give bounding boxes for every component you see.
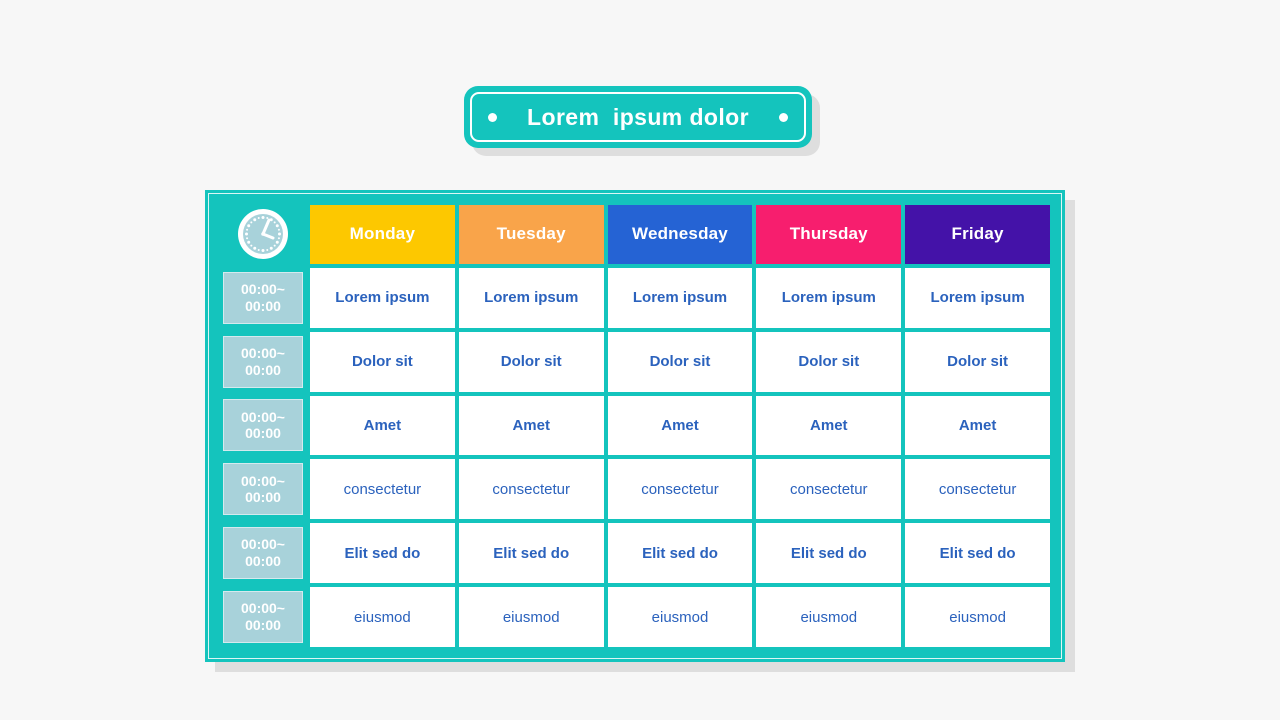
schedule-cell[interactable]: Amet [905, 395, 1050, 456]
clock-icon [220, 207, 306, 261]
time-slot-box: 00:00~ 00:00 [223, 463, 303, 516]
schedule-cell[interactable]: Dolor sit [310, 331, 455, 392]
clock-icon-cell [220, 205, 306, 264]
table-row: 00:00~ 00:00 Lorem ipsum Lorem ipsum Lorem i… [220, 267, 1050, 328]
time-start: 00:00~ [241, 472, 285, 489]
day-header-thursday[interactable]: Thursday [756, 205, 902, 264]
schedule-cell[interactable]: Elit sed do [756, 523, 902, 584]
schedule-cell[interactable]: Amet [607, 395, 753, 456]
schedule-cell[interactable]: Dolor sit [607, 331, 753, 392]
time-start: 00:00~ [241, 344, 285, 361]
table-row: 00:00~ 00:00 Dolor sit Dolor sit Dolor sit Do… [220, 331, 1050, 392]
schedule-cell[interactable]: eiusmod [458, 587, 604, 647]
schedule-cell[interactable]: Lorem ipsum [756, 267, 902, 328]
schedule-cell[interactable]: Lorem ipsum [607, 267, 753, 328]
banner-body: Lorem ipsum dolor [464, 86, 812, 148]
schedule-cell[interactable]: Dolor sit [756, 331, 902, 392]
time-start: 00:00~ [241, 280, 285, 297]
schedule-cell[interactable]: consectetur [607, 459, 753, 520]
day-header-monday[interactable]: Monday [310, 205, 455, 264]
page-title: Lorem ipsum dolor [527, 103, 749, 130]
time-slot-cell: 00:00~ 00:00 [220, 396, 306, 456]
day-header-wednesday[interactable]: Wednesday [607, 205, 753, 264]
day-header-friday[interactable]: Friday [905, 205, 1050, 264]
table-inner-border: Monday Tuesday Wednesday Thursday Friday 00:0… [208, 193, 1062, 659]
schedule-cell[interactable]: Dolor sit [905, 331, 1050, 392]
time-start: 00:00~ [241, 536, 285, 553]
table-header-row: Monday Tuesday Wednesday Thursday Friday [220, 205, 1050, 264]
time-slot-cell: 00:00~ 00:00 [220, 587, 306, 647]
time-end: 00:00 [245, 489, 281, 506]
schedule-cell[interactable]: Elit sed do [310, 523, 455, 584]
schedule-cell[interactable]: consectetur [905, 459, 1050, 520]
table-row: 00:00~ 00:00 eiusmod eiusmod eiusmod eiusmod e… [220, 587, 1050, 647]
table-row: 00:00~ 00:00 Amet Amet Amet Amet Amet [220, 395, 1050, 456]
time-slot-box: 00:00~ 00:00 [223, 271, 303, 324]
schedule-table-container: Monday Tuesday Wednesday Thursday Friday 00:0… [205, 190, 1075, 672]
schedule-cell[interactable]: Lorem ipsum [458, 267, 604, 328]
time-end: 00:00 [245, 553, 281, 570]
table-row: 00:00~ 00:00 Elit sed do Elit sed do Elit se… [220, 523, 1050, 584]
time-slot-box: 00:00~ 00:00 [223, 591, 303, 644]
day-header-tuesday[interactable]: Tuesday [458, 205, 604, 264]
banner-left-dot-icon [488, 112, 497, 122]
schedule-table: Monday Tuesday Wednesday Thursday Friday 00:0… [216, 201, 1054, 651]
schedule-cell[interactable]: Lorem ipsum [905, 267, 1050, 328]
schedule-cell[interactable]: consectetur [458, 459, 604, 520]
time-slot-cell: 00:00~ 00:00 [220, 523, 306, 583]
schedule-cell[interactable]: Lorem ipsum [310, 267, 455, 328]
schedule-cell[interactable]: Elit sed do [905, 523, 1050, 584]
time-slot-box: 00:00~ 00:00 [223, 527, 303, 580]
time-end: 00:00 [245, 617, 281, 634]
time-end: 00:00 [245, 361, 281, 378]
table-frame: Monday Tuesday Wednesday Thursday Friday 00:0… [205, 190, 1065, 662]
time-end: 00:00 [245, 425, 281, 442]
time-start: 00:00~ [241, 408, 285, 425]
time-slot-box: 00:00~ 00:00 [223, 399, 303, 452]
schedule-cell[interactable]: Elit sed do [607, 523, 753, 584]
schedule-cell[interactable]: Dolor sit [458, 331, 604, 392]
title-banner: Lorem ipsum dolor [464, 86, 820, 156]
schedule-cell[interactable]: consectetur [756, 459, 902, 520]
schedule-cell[interactable]: Amet [458, 395, 604, 456]
time-slot-cell: 00:00~ 00:00 [220, 268, 306, 328]
schedule-cell[interactable]: eiusmod [756, 587, 902, 647]
time-slot-box: 00:00~ 00:00 [223, 335, 303, 388]
schedule-cell[interactable]: Amet [756, 395, 902, 456]
banner-right-dot-icon [779, 112, 788, 122]
schedule-cell[interactable]: Elit sed do [458, 523, 604, 584]
schedule-cell[interactable]: eiusmod [905, 587, 1050, 647]
banner-inner-border: Lorem ipsum dolor [470, 92, 806, 142]
schedule-cell[interactable]: eiusmod [310, 587, 455, 647]
schedule-cell[interactable]: consectetur [310, 459, 455, 520]
time-end: 00:00 [245, 297, 281, 314]
time-slot-cell: 00:00~ 00:00 [220, 332, 306, 392]
schedule-cell[interactable]: eiusmod [607, 587, 753, 647]
time-slot-cell: 00:00~ 00:00 [220, 459, 306, 519]
schedule-cell[interactable]: Amet [310, 395, 455, 456]
time-start: 00:00~ [241, 600, 285, 617]
table-row: 00:00~ 00:00 consectetur consectetur consect… [220, 459, 1050, 520]
